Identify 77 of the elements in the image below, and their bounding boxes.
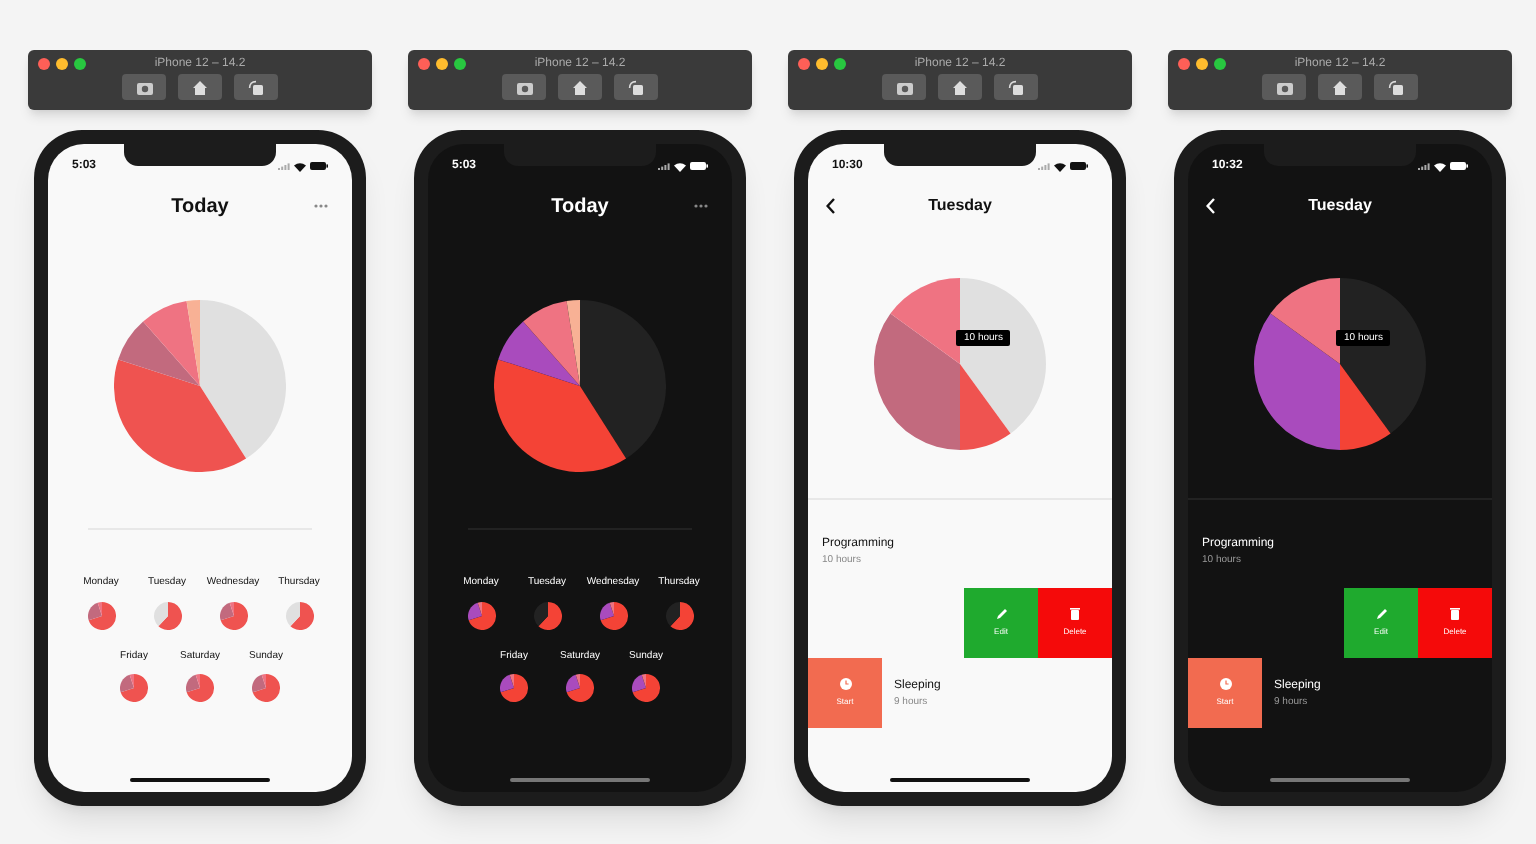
trash-icon <box>1450 608 1460 620</box>
home-icon <box>1332 79 1348 95</box>
signal-icon <box>1038 162 1050 170</box>
home-button[interactable] <box>558 74 602 100</box>
screenshot-button[interactable] <box>502 74 546 100</box>
rotate-button[interactable] <box>994 74 1038 100</box>
day-pie-drawing <box>120 674 148 702</box>
day-pie-drawing <box>599 601 627 629</box>
signal-icon <box>278 162 290 170</box>
home-button[interactable] <box>1318 74 1362 100</box>
day-pie-drawing <box>285 601 313 629</box>
close-button[interactable] <box>418 58 430 70</box>
signal-icon <box>1418 162 1430 170</box>
wifi-icon <box>674 161 686 171</box>
screen-title: Today <box>171 193 229 221</box>
day-pie-drawing <box>632 674 660 702</box>
day-pie-drawing <box>252 674 280 702</box>
day-pie-drawing <box>533 601 561 629</box>
home-button[interactable] <box>938 74 982 100</box>
day-pie-drawing <box>665 601 693 629</box>
wifi-icon <box>1434 161 1446 171</box>
trash-icon <box>1070 608 1080 620</box>
battery-icon <box>1450 162 1468 170</box>
rotate-icon <box>1008 79 1024 95</box>
back-icon[interactable] <box>826 198 836 214</box>
battery-icon <box>310 162 328 170</box>
screenshot-button[interactable] <box>1262 74 1306 100</box>
battery-icon <box>690 162 708 170</box>
home-icon <box>952 79 968 95</box>
home-button[interactable] <box>178 74 222 100</box>
home-indicator <box>510 778 650 782</box>
close-button[interactable] <box>798 58 810 70</box>
screenshot-button[interactable] <box>882 74 926 100</box>
battery-icon <box>1070 162 1088 170</box>
wifi-icon <box>294 161 306 171</box>
camera-icon <box>895 79 913 95</box>
screen-title: Tuesday <box>1308 194 1372 218</box>
rotate-button[interactable] <box>614 74 658 100</box>
minimize-button[interactable] <box>1196 58 1208 70</box>
close-button[interactable] <box>38 58 50 70</box>
day-pie-drawing <box>153 601 181 629</box>
minimize-button[interactable] <box>56 58 68 70</box>
pencil-icon <box>995 608 1007 620</box>
zoom-button[interactable] <box>454 58 466 70</box>
zoom-button[interactable] <box>834 58 846 70</box>
home-indicator <box>1270 778 1410 782</box>
screen-title: Tuesday <box>928 194 992 218</box>
day-pie-drawing <box>566 674 594 702</box>
close-button[interactable] <box>1178 58 1190 70</box>
minimize-button[interactable] <box>816 58 828 70</box>
signal-icon <box>658 162 670 170</box>
camera-icon <box>135 79 153 95</box>
zoom-button[interactable] <box>74 58 86 70</box>
day-pie-drawing <box>467 601 495 629</box>
rotate-icon <box>628 79 644 95</box>
day-pie-drawing <box>500 674 528 702</box>
zoom-button[interactable] <box>1214 58 1226 70</box>
rotate-icon <box>248 79 264 95</box>
screen-title: Today <box>551 193 609 221</box>
home-indicator <box>130 778 270 782</box>
screenshot-button[interactable] <box>122 74 166 100</box>
home-indicator <box>890 778 1030 782</box>
day-pie-drawing <box>87 601 115 629</box>
wifi-icon <box>1054 161 1066 171</box>
home-icon <box>192 79 208 95</box>
camera-icon <box>1275 79 1293 95</box>
pencil-icon <box>1375 608 1387 620</box>
clock-icon <box>1219 678 1231 690</box>
camera-icon <box>515 79 533 95</box>
home-icon <box>572 79 588 95</box>
rotate-button[interactable] <box>234 74 278 100</box>
clock-icon <box>839 678 851 690</box>
minimize-button[interactable] <box>436 58 448 70</box>
day-pie-drawing <box>219 601 247 629</box>
rotate-button[interactable] <box>1374 74 1418 100</box>
rotate-icon <box>1388 79 1404 95</box>
day-pie-drawing <box>186 674 214 702</box>
